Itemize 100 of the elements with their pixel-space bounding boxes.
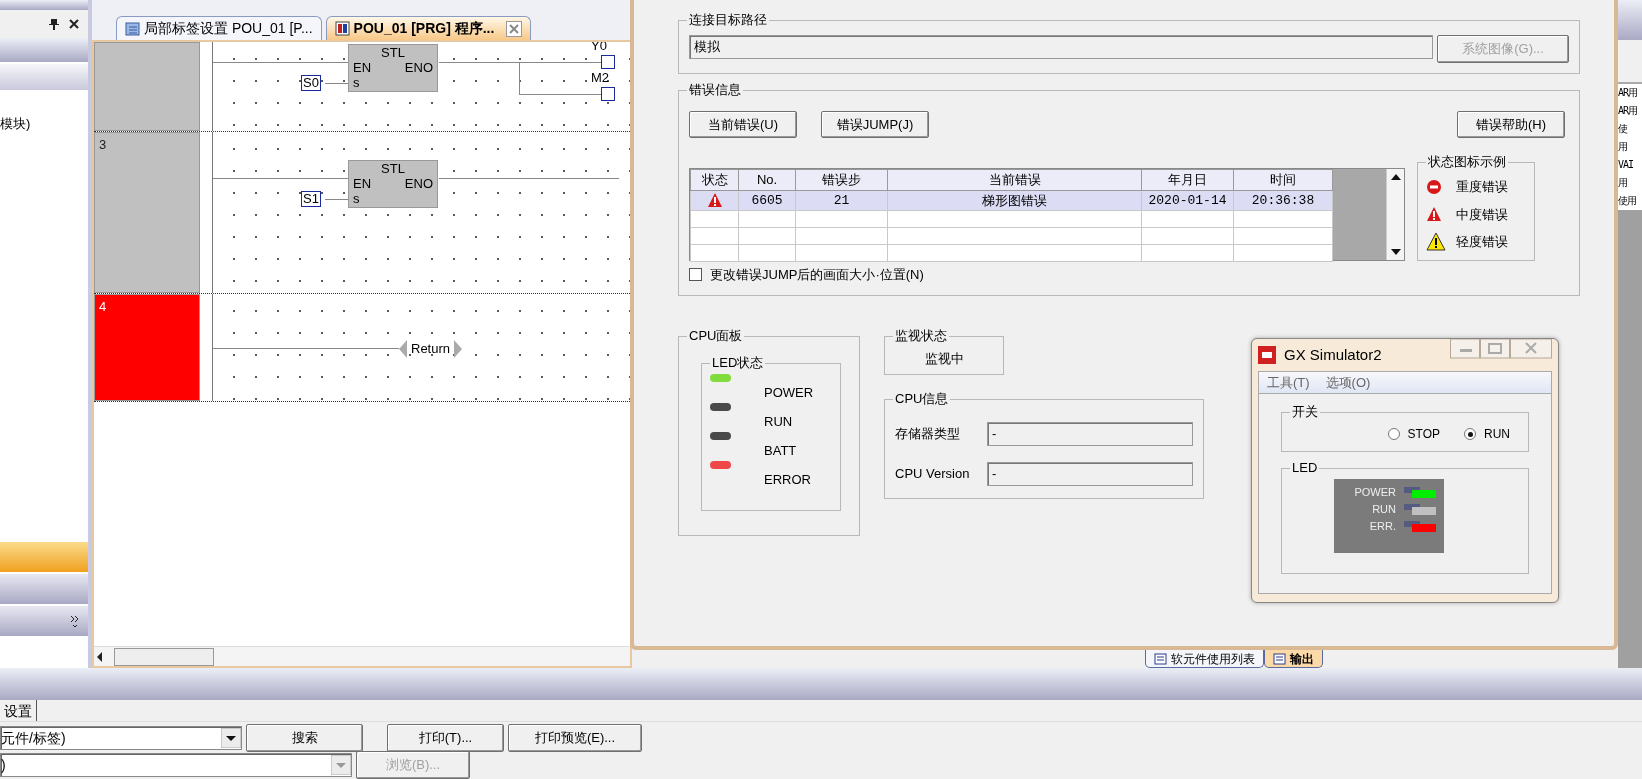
bracket-icon <box>454 339 463 358</box>
close-icon[interactable] <box>68 18 80 30</box>
group-title: 错误信息 <box>687 81 743 98</box>
group-title: 连接目标路径 <box>687 12 769 28</box>
radio-label: RUN <box>1484 426 1510 443</box>
column-header: 错误步 <box>795 169 888 190</box>
menu-item[interactable]: 选项(O) <box>1325 372 1371 393</box>
column-header: 当前错误 <box>887 169 1142 190</box>
warning-triangle-icon <box>706 192 723 209</box>
table-cell: 20:36:38 <box>1233 190 1333 211</box>
program-icon <box>334 21 350 36</box>
group-title: CPU面板 <box>687 327 745 344</box>
radio-button[interactable] <box>1387 428 1400 440</box>
print-preview-button[interactable]: 打印预览(E)... <box>508 724 642 752</box>
column-header: 状态 <box>690 169 739 190</box>
major-error-icon <box>1426 178 1442 195</box>
list-item[interactable]: VAI <box>1618 156 1642 174</box>
search-button[interactable]: 搜索 <box>246 724 363 752</box>
legend-label: 轻度错误 <box>1456 233 1508 251</box>
rung-number: 4 <box>99 299 107 314</box>
list-icon <box>1273 652 1286 665</box>
list-item[interactable]: 用 <box>1618 138 1642 156</box>
legend-label: 中度错误 <box>1456 205 1508 224</box>
column-header: 年月日 <box>1141 169 1234 190</box>
coil[interactable] <box>601 87 615 101</box>
list-item[interactable]: 用 <box>1618 174 1642 192</box>
editor-tab[interactable]: 局部标签设置 POU_01 [P... <box>116 16 322 40</box>
wire <box>325 83 348 84</box>
table-cell: 梯形图错误 <box>887 190 1142 211</box>
led-label: POWER <box>764 383 815 402</box>
table-row[interactable]: 6605 21 梯形图错误 2020-01-14 20:36:38 <box>690 190 1333 211</box>
dropdown-field[interactable]: 元件/标签) <box>0 726 242 750</box>
dropdown-arrow-icon <box>331 755 351 775</box>
bracket-icon <box>399 339 407 358</box>
button[interactable]: 错误帮助(H) <box>1457 110 1565 138</box>
radio-label: STOP <box>1407 426 1440 443</box>
led-label: POWER <box>1353 485 1396 501</box>
table-icon <box>125 21 140 36</box>
tree-item[interactable]: 模块) <box>0 114 88 134</box>
path-field[interactable]: 模拟 <box>689 35 1433 59</box>
chevron-icon[interactable] <box>70 614 80 628</box>
list-item[interactable]: AR用 <box>1618 84 1642 102</box>
legend-label: 重度错误 <box>1456 178 1508 196</box>
return-instruction: Return <box>399 339 463 359</box>
group-title: 开关 <box>1290 404 1320 420</box>
pin-label: s <box>352 192 361 206</box>
status-text: 监视中 <box>923 349 965 368</box>
checkbox-label: 更改错误JUMP后的画面大小·位置(N) <box>710 266 924 284</box>
warning-triangle-icon <box>1426 232 1446 252</box>
radio-button[interactable] <box>1464 428 1476 440</box>
field-label: 存储器类型 <box>895 425 961 444</box>
button[interactable]: 当前错误(U) <box>689 110 797 138</box>
print-button[interactable]: 打印(T)... <box>387 724 504 752</box>
pin-label: EN <box>353 176 372 192</box>
pin-label: EN <box>353 60 372 76</box>
coil[interactable] <box>601 55 615 69</box>
list-item[interactable]: 使 <box>1618 120 1642 138</box>
window-title: GX Simulator2 <box>1284 344 1382 365</box>
warning-triangle-icon <box>1426 206 1442 223</box>
table-cell: 21 <box>795 190 888 211</box>
bottom-tab[interactable]: 设置 <box>0 700 37 721</box>
led-label: RUN <box>764 412 794 431</box>
output-tab[interactable]: 软元件使用列表 <box>1145 650 1264 668</box>
pin-icon[interactable] <box>48 17 60 31</box>
column-header: 时间 <box>1233 169 1333 190</box>
table-icon <box>1154 652 1167 665</box>
input-field[interactable]: - <box>987 422 1193 446</box>
field-label: CPU Version <box>895 465 971 484</box>
output-tab[interactable]: 输出 <box>1264 650 1323 668</box>
group-title: CPU信息 <box>893 391 951 407</box>
dropdown-field[interactable]: ) <box>0 753 352 777</box>
led-label: ERROR <box>764 470 812 489</box>
list-item[interactable]: AR用 <box>1618 102 1642 120</box>
column-header: No. <box>738 169 796 190</box>
pin-label: ENO <box>404 176 433 192</box>
list-item[interactable]: 使用 <box>1618 192 1642 210</box>
block-label: STL <box>380 161 406 176</box>
led-label: BATT <box>764 441 798 460</box>
editor-tab[interactable]: POU_01 [PRG] 程序... <box>325 16 532 40</box>
scrollbar-thumb[interactable] <box>114 647 214 666</box>
table-cell: 6605 <box>738 190 796 211</box>
wire <box>325 199 348 200</box>
input-field[interactable]: - <box>987 462 1193 486</box>
scrollbar[interactable] <box>1386 169 1404 260</box>
panel-header <box>1618 0 1642 40</box>
group-title: 监视状态 <box>893 327 949 344</box>
operand[interactable]: S1 <box>301 191 321 207</box>
rung-number: 3 <box>99 137 107 152</box>
led-label: ERR. <box>1368 519 1396 535</box>
checkbox[interactable] <box>689 268 702 282</box>
coil-label: M2 <box>591 70 610 86</box>
dropdown-arrow-icon <box>221 728 241 748</box>
pin-label: ENO <box>404 60 433 76</box>
led-label: RUN <box>1371 502 1396 518</box>
operand[interactable]: S0 <box>301 75 321 91</box>
menu-item[interactable]: 工具(T) <box>1267 372 1310 393</box>
app-icon <box>1258 346 1276 364</box>
group-title: 状态图标示例 <box>1426 154 1508 170</box>
button[interactable]: 错误JUMP(J) <box>821 110 929 138</box>
group-title: LED状态 <box>710 354 766 371</box>
